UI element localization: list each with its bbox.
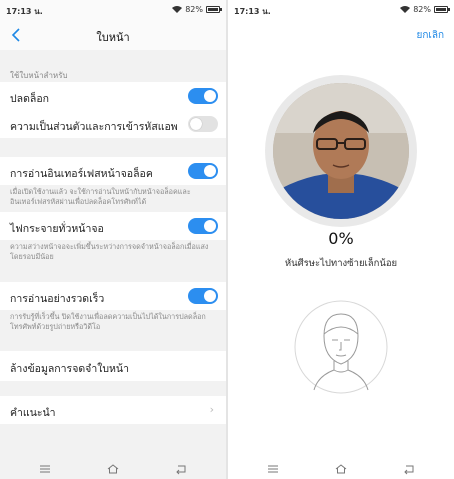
setting-fast[interactable]: การอ่านอย่างรวดเร็ว bbox=[0, 282, 226, 310]
tips-row[interactable]: คำแนะนำ › bbox=[0, 396, 226, 424]
fast-toggle[interactable] bbox=[188, 288, 218, 304]
setting-interface-description: เมื่อเปิดใช้งานแล้ว จะใช้การอ่านใบหน้ากั… bbox=[10, 187, 191, 206]
setting-fast-label: การอ่านอย่างรวดเร็ว bbox=[10, 293, 105, 305]
face-settings-screen: 17:13 น. 82% ใบหน้า ใช้ใบหน้าสำหรับ ปลดล… bbox=[0, 0, 226, 479]
section-label: ใช้ใบหน้าสำหรับ bbox=[10, 71, 68, 80]
setting-interface-label: การอ่านอินเทอร์เฟสหน้าจอล็อค bbox=[10, 168, 153, 180]
setting-flash-description: ความสว่างหน้าจอจะเพิ่มขึ้นระหว่างการจดจำ… bbox=[10, 242, 209, 261]
instruction-text: หันศีรษะไปทางซ้ายเล็กน้อย bbox=[284, 258, 398, 269]
unlock-toggle[interactable] bbox=[188, 88, 218, 104]
setting-interface[interactable]: การอ่านอินเทอร์เฟสหน้าจอล็อค bbox=[0, 157, 226, 185]
status-time: 17:13 น. bbox=[6, 7, 43, 16]
chevron-right-icon: › bbox=[209, 403, 214, 416]
setting-privacy[interactable]: ความเป็นส่วนตัวและการเข้ารหัสแอพ bbox=[0, 110, 226, 138]
header: ใบหน้า bbox=[0, 20, 226, 50]
progress-percent: 0% bbox=[328, 229, 354, 248]
status-bar: 17:13 น. 82% bbox=[228, 0, 454, 20]
battery-percent: 82% bbox=[413, 5, 431, 14]
clear-face-data-label: ล้างข้อมูลการจดจำใบหน้า bbox=[10, 363, 129, 375]
setting-flash[interactable]: ไฟกระจายทั่วหน้าจอ bbox=[0, 212, 226, 240]
home-icon[interactable] bbox=[106, 460, 120, 474]
battery-icon bbox=[206, 6, 222, 13]
header: ยกเลิก bbox=[228, 20, 454, 50]
home-icon[interactable] bbox=[334, 460, 348, 474]
status-icons: 82% bbox=[172, 5, 222, 14]
status-bar: 17:13 น. 82% bbox=[0, 0, 226, 20]
battery-percent: 82% bbox=[185, 5, 203, 14]
return-icon[interactable] bbox=[402, 460, 416, 475]
menu-icon[interactable] bbox=[38, 460, 52, 473]
cancel-link[interactable]: ยกเลิก bbox=[416, 28, 444, 43]
flash-toggle[interactable] bbox=[188, 218, 218, 234]
nav-bar bbox=[228, 453, 454, 479]
status-icons: 82% bbox=[400, 5, 450, 14]
setting-flash-label: ไฟกระจายทั่วหน้าจอ bbox=[10, 223, 104, 235]
face-enroll-screen: 17:13 น. 82% ยกเลิก 0% หันศีรษะไปทางซ้าย… bbox=[228, 0, 454, 479]
page-title: ใบหน้า bbox=[96, 31, 130, 44]
privacy-toggle[interactable] bbox=[188, 116, 218, 132]
face-outline-icon bbox=[294, 298, 388, 396]
wifi-icon bbox=[172, 6, 183, 13]
setting-unlock-label: ปลดล็อก bbox=[10, 93, 50, 105]
clear-face-data-row[interactable]: ล้างข้อมูลการจดจำใบหน้า bbox=[0, 351, 226, 381]
status-time: 17:13 น. bbox=[234, 7, 271, 16]
setting-fast-description: การรับรู้ที่เร็วขึ้น ปิดใช้งานเพื่อลดควา… bbox=[10, 312, 206, 331]
setting-unlock[interactable]: ปลดล็อก bbox=[0, 82, 226, 110]
setting-privacy-label: ความเป็นส่วนตัวและการเข้ารหัสแอพ bbox=[10, 121, 178, 133]
return-icon[interactable] bbox=[174, 460, 188, 475]
camera-preview bbox=[273, 83, 409, 219]
battery-icon bbox=[434, 6, 450, 13]
interface-toggle[interactable] bbox=[188, 163, 218, 179]
tips-label: คำแนะนำ bbox=[10, 407, 56, 419]
menu-icon[interactable] bbox=[266, 460, 280, 473]
wifi-icon bbox=[400, 6, 411, 13]
nav-bar bbox=[0, 453, 226, 479]
